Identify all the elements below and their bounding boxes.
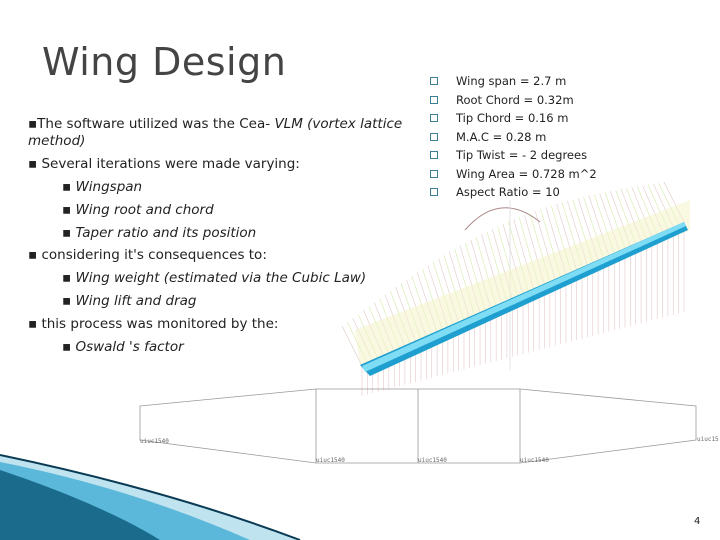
bullet-text: Several iterations were made varying: — [41, 156, 300, 172]
bullet-iterations: ▪ Several iterations were made varying: — [28, 156, 300, 172]
square-bullet-icon — [430, 132, 438, 141]
sub-bullet: ▪ Taper ratio and its position — [62, 225, 257, 241]
sub-bullet-text: Oswald 's factor — [75, 339, 184, 355]
wing-specs-list: Wing span = 2.7 m Root Chord = 0.32m Tip… — [430, 72, 597, 202]
bullet-software: ▪The software utilized was the Cea- VLM … — [28, 116, 403, 132]
bullet-text: this process was monitored by the: — [41, 316, 279, 332]
square-bullet-icon — [430, 114, 438, 123]
spec-item: Wing span = 2.7 m — [430, 72, 597, 91]
bullet-text: The software utilized was the Cea- — [37, 116, 275, 132]
spec-text: Wing Area = 0.728 m^2 — [456, 166, 597, 181]
sub-bullet: ▪ Wingspan — [62, 179, 143, 195]
sub-bullet-text: Wingspan — [75, 179, 143, 195]
sub-bullet-text: Wing lift and drag — [75, 293, 197, 309]
airfoil-label: uiuc1540 — [520, 457, 549, 464]
square-bullet-icon — [430, 95, 438, 104]
spec-text: Aspect Ratio = 10 — [456, 185, 560, 200]
decorative-swoosh — [0, 454, 301, 540]
sub-bullet: ▪ Wing lift and drag — [62, 293, 197, 309]
square-bullet-icon — [430, 77, 438, 86]
sub-bullet-text: Wing weight (estimated via the Cubic Law… — [75, 270, 367, 286]
airfoil-label: uiuc15 — [697, 436, 719, 443]
square-bullet-icon — [430, 151, 438, 160]
bullet-text-italic: VLM (vortex lattice — [274, 116, 403, 132]
spec-item: M.A.C = 0.28 m — [430, 128, 597, 147]
sub-bullet-text: Taper ratio and its position — [75, 225, 257, 241]
square-bullet-icon — [430, 188, 438, 197]
page-number: 4 — [694, 516, 701, 527]
wing-planform — [139, 388, 697, 464]
spec-item: Tip Chord = 0.16 m — [430, 109, 597, 128]
spec-item: Root Chord = 0.32m — [430, 91, 597, 110]
bullet-monitored: ▪ this process was monitored by the: — [28, 316, 279, 332]
spec-text: Wing span = 2.7 m — [456, 74, 567, 89]
square-bullet-icon — [430, 169, 438, 178]
airfoil-label: uiuc1540 — [140, 438, 169, 445]
bullet-text: considering it's consequences to: — [41, 247, 267, 263]
sub-bullet: ▪ Oswald 's factor — [62, 339, 184, 355]
slide-title: Wing Design — [42, 40, 287, 84]
spec-item: Tip Twist = - 2 degrees — [430, 146, 597, 165]
airfoil-label: uiuc1540 — [316, 457, 345, 464]
spec-text: M.A.C = 0.28 m — [456, 129, 547, 144]
spec-item: Wing Area = 0.728 m^2 — [430, 165, 597, 184]
spec-text: Tip Chord = 0.16 m — [456, 111, 569, 126]
airfoil-label: uiuc1540 — [418, 457, 447, 464]
sub-bullet-text: Wing root and chord — [75, 202, 214, 218]
wing-3d-visualization — [341, 181, 690, 396]
sub-bullet: ▪ Wing root and chord — [62, 202, 214, 218]
spec-text: Root Chord = 0.32m — [456, 92, 574, 107]
sub-bullet: ▪ Wing weight (estimated via the Cubic L… — [62, 270, 367, 286]
bullet-software-cont: method) — [28, 133, 86, 149]
spec-text: Tip Twist = - 2 degrees — [456, 148, 588, 163]
bullet-consequences: ▪ considering it's consequences to: — [28, 247, 267, 263]
spec-item: Aspect Ratio = 10 — [430, 183, 597, 202]
